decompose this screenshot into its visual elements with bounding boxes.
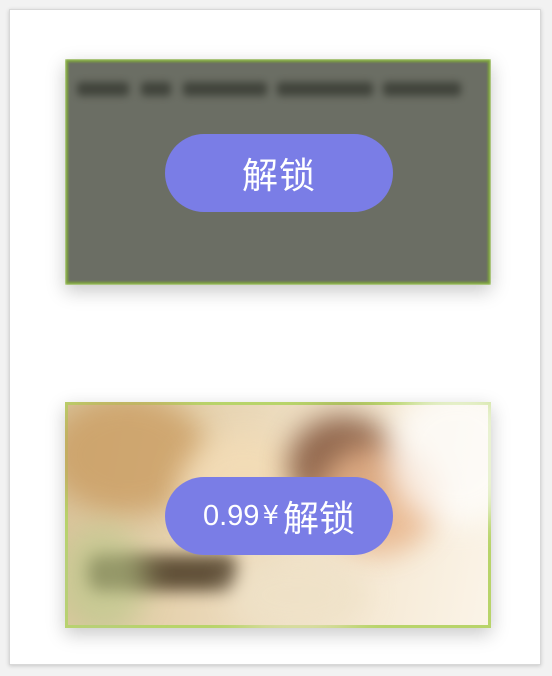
locked-image-card: 0.99 ¥ 解锁: [65, 402, 491, 628]
locked-text-card: 解锁: [65, 59, 491, 285]
unlock-button[interactable]: 解锁: [165, 134, 393, 212]
blurred-text-preview: [77, 77, 469, 103]
content-panel: 解锁 0.99 ¥ 解锁: [9, 9, 541, 665]
price-value: 0.99: [202, 499, 260, 532]
unlock-button-label: 解锁: [241, 156, 316, 197]
currency-symbol: ¥: [262, 501, 279, 531]
unlock-button-label: 解锁: [282, 499, 355, 540]
paid-unlock-button[interactable]: 0.99 ¥ 解锁: [165, 477, 393, 555]
